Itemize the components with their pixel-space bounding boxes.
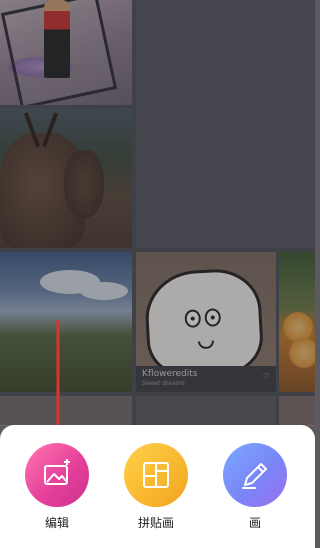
dim-overlay [0,0,315,425]
photo-gallery: Kfloweredits Sweet dreams ♡ [0,0,315,426]
collage-label: 拼贴画 [137,516,174,530]
draw-label: 画 [248,516,261,530]
edit-button[interactable]: 编辑 [25,443,89,543]
bottom-action-sheet: 编辑 拼贴画 画 [0,425,315,548]
draw-button[interactable]: 画 [223,443,287,543]
edit-label: 编辑 [44,516,69,530]
collage-grid-icon [124,443,188,507]
pencil-icon [223,443,287,507]
collage-button[interactable]: 拼贴画 [124,443,188,543]
image-edit-icon [25,443,89,507]
